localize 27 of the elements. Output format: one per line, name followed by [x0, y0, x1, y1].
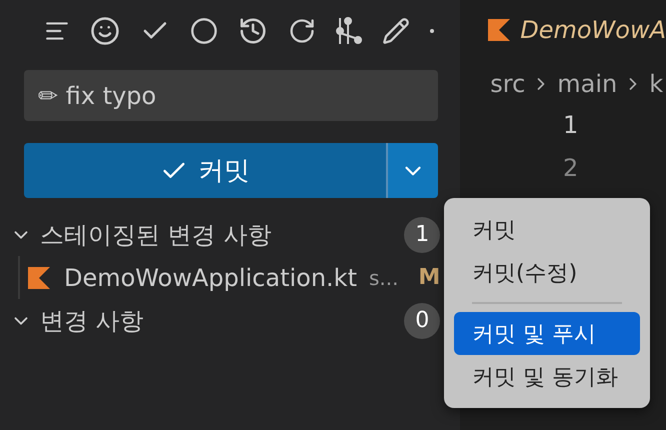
count-badge: 0	[404, 302, 440, 338]
kotlin-file-icon	[28, 266, 50, 288]
breadcrumb-item[interactable]: src	[490, 70, 526, 98]
menu-item[interactable]: 커밋 및 푸시	[454, 312, 640, 355]
file-name[interactable]: DemoWowApplication.kt	[64, 264, 357, 292]
count-badge: 1	[404, 216, 440, 252]
commit-button[interactable]: 커밋	[24, 143, 388, 198]
menu-item[interactable]: 커밋(수정)	[454, 251, 640, 294]
menu-item[interactable]: 커밋	[454, 208, 640, 251]
pencil-icon[interactable]	[382, 17, 410, 45]
redo-icon[interactable]	[288, 17, 316, 45]
breadcrumb-item[interactable]: main	[557, 70, 618, 98]
menu-item[interactable]: 커밋 및 동기화	[454, 355, 640, 398]
branch-icon[interactable]	[336, 16, 362, 46]
circle-icon[interactable]	[190, 17, 218, 45]
section-title[interactable]: 스테이징된 변경 사항	[40, 218, 404, 250]
line-number: 1	[562, 110, 578, 141]
commit-message-field[interactable]: ✏ fix typo	[24, 70, 438, 121]
file-path: s...	[368, 266, 400, 290]
smiley-icon[interactable]	[90, 16, 120, 46]
more-icon[interactable]	[430, 29, 434, 33]
line-number: 2	[562, 153, 578, 184]
status-letter: M	[418, 265, 440, 290]
breadcrumb-item[interactable]: k	[649, 70, 664, 98]
kotlin-file-icon	[488, 19, 510, 41]
history-icon[interactable]	[238, 16, 268, 46]
section-title[interactable]: 변경 사항	[40, 304, 404, 336]
